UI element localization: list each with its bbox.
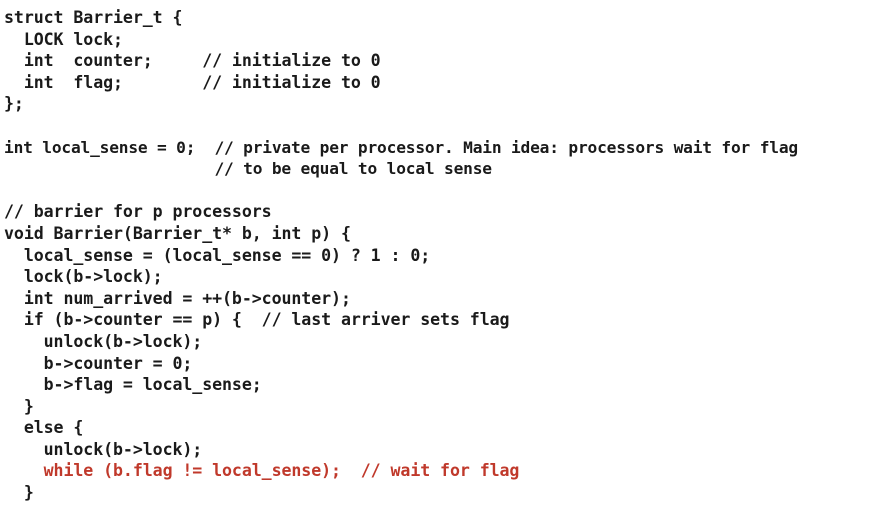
code-line: b->flag = local_sense; xyxy=(4,375,262,395)
code-line: unlock(b->lock); xyxy=(4,439,203,459)
code-line: } xyxy=(4,483,34,503)
code-line: struct Barrier_t { xyxy=(4,8,183,27)
code-line: int local_sense = 0; // private per proc… xyxy=(4,137,798,157)
code-line: local_sense = (local_sense == 0) ? 1 : 0… xyxy=(4,245,431,265)
code-line: int flag; // initialize to 0 xyxy=(4,72,381,92)
code-line: // to be equal to local sense xyxy=(4,159,492,179)
code-line: if (b->counter == p) { // last arriver s… xyxy=(4,310,510,330)
code-line: int counter; // initialize to 0 xyxy=(4,51,381,71)
code-line: unlock(b->lock); xyxy=(4,331,203,351)
code-line: else { xyxy=(4,418,84,438)
code-line: LOCK lock; xyxy=(4,29,123,49)
code-line: void Barrier(Barrier_t* b, int p) { xyxy=(4,223,351,243)
code-line: while (b.flag != local_sense); // wait f… xyxy=(4,461,520,481)
code-line: int num_arrived = ++(b->counter); xyxy=(4,288,351,308)
code-line: } xyxy=(4,396,34,416)
code-line: // barrier for p processors xyxy=(4,202,272,222)
code-line: }; xyxy=(4,94,24,114)
code-line: b->counter = 0; xyxy=(4,353,193,373)
code-listing: struct Barrier_t { LOCK lock; int counte… xyxy=(0,0,884,519)
code-line: lock(b->lock); xyxy=(4,267,163,287)
